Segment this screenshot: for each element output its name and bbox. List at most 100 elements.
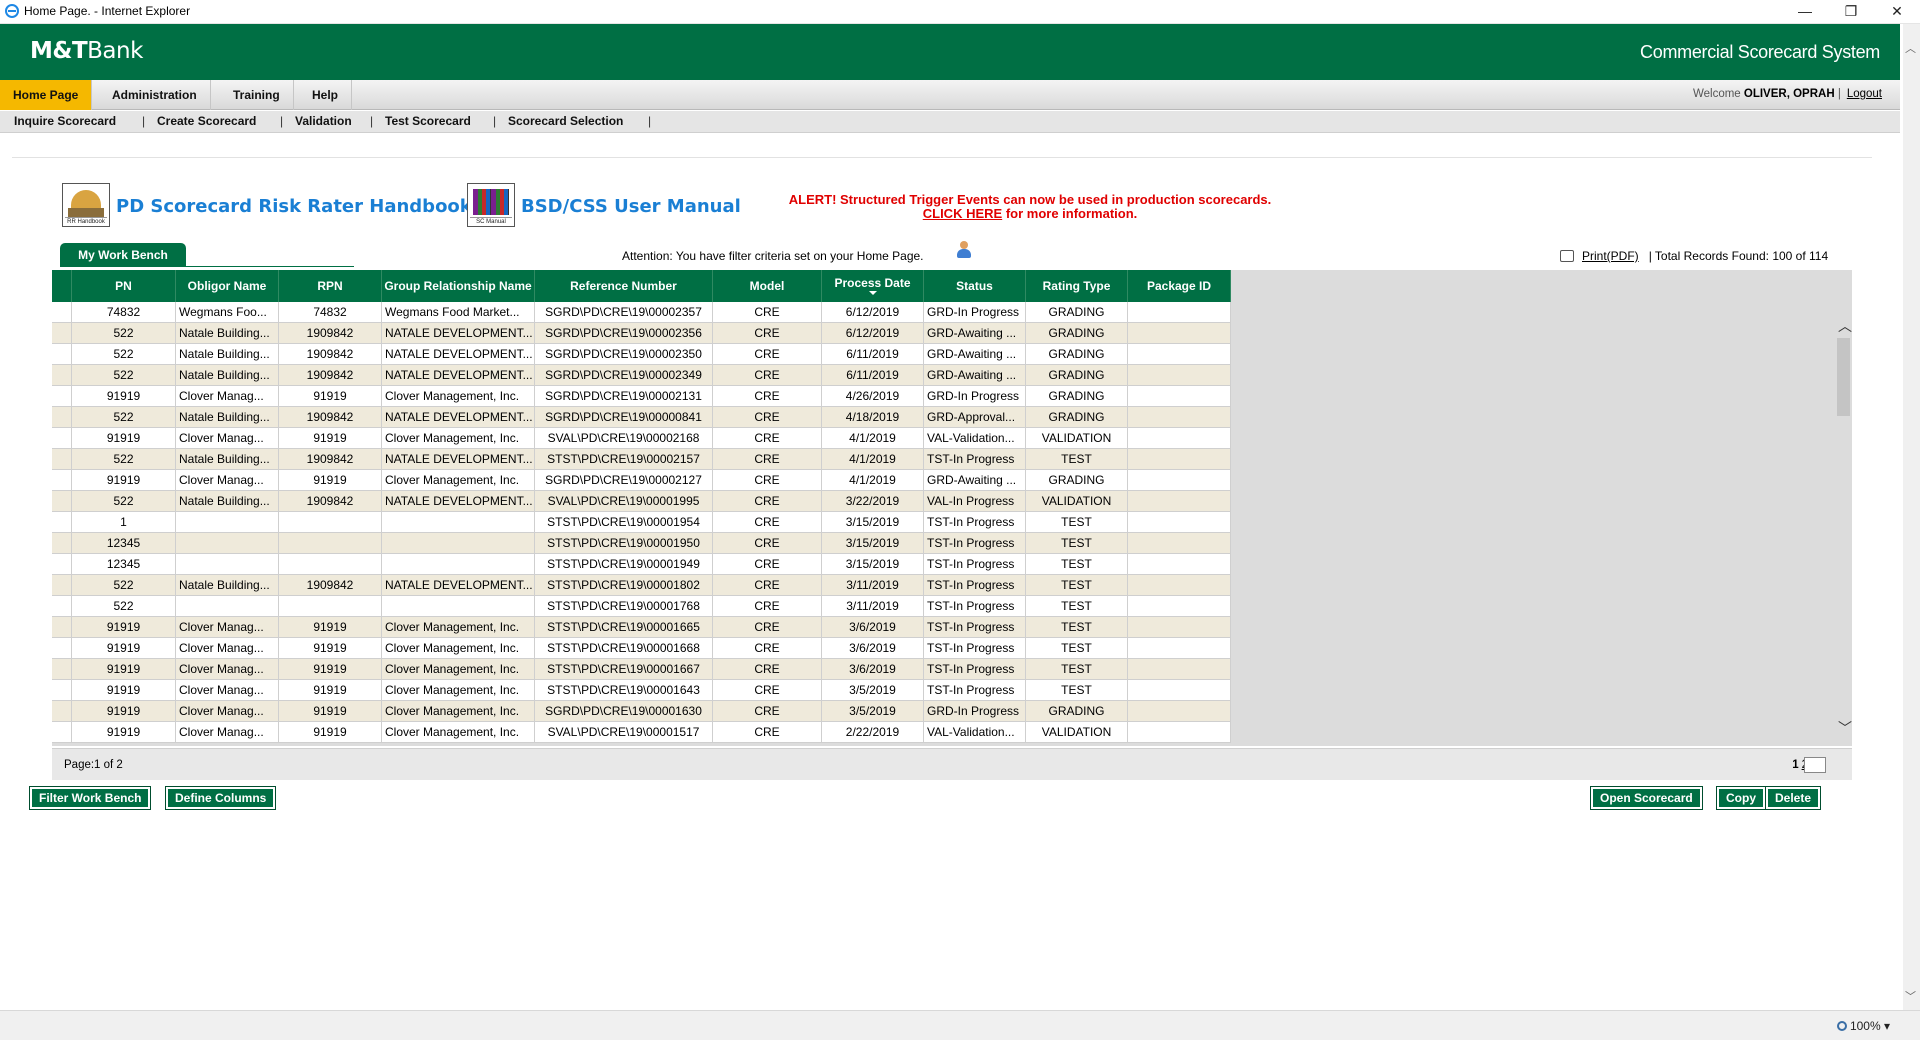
col-obligor-name[interactable]: Obligor Name — [176, 270, 279, 302]
col-rating-type[interactable]: Rating Type — [1026, 270, 1128, 302]
row-selector[interactable] — [52, 365, 72, 385]
table-row[interactable]: 91919 Clover Manag... 91919 Clover Manageme… — [52, 386, 1231, 407]
tab-my-work-bench[interactable]: My Work Bench — [60, 243, 186, 267]
nav-administration[interactable]: Administration — [99, 80, 211, 110]
table-row[interactable]: 522 STST\PD\CRE\19\00001768 CRE 3/11/2019 TS… — [52, 596, 1231, 617]
row-selector[interactable] — [52, 491, 72, 511]
row-selector[interactable] — [52, 533, 72, 553]
grid-scrollbar[interactable]: ︿ ﹀ — [1835, 302, 1852, 746]
cell-reference-number: STST\PD\CRE\19\00001950 — [535, 533, 713, 553]
delete-button[interactable]: Delete — [1764, 786, 1822, 810]
window-scrollbar[interactable]: ︿ ﹀ — [1903, 24, 1920, 1010]
subnav-inquire-scorecard[interactable]: Inquire Scorecard — [14, 114, 116, 128]
risk-rater-handbook-link[interactable]: PD Scorecard Risk Rater Handbook — [116, 196, 472, 217]
subnav-test-scorecard[interactable]: Test Scorecard — [385, 114, 471, 128]
cell-pn: 522 — [72, 344, 176, 364]
col-rpn[interactable]: RPN — [279, 270, 382, 302]
window-scroll-up-icon[interactable]: ︿ — [1905, 40, 1916, 56]
table-row[interactable]: 12345 STST\PD\CRE\19\00001949 CRE 3/15/2019… — [52, 554, 1231, 575]
table-row[interactable]: 91919 Clover Manag... 91919 Clover Manageme… — [52, 428, 1231, 449]
page-jump-input[interactable] — [1804, 757, 1826, 773]
bsd-css-user-manual-link[interactable]: BSD/CSS User Manual — [521, 196, 741, 217]
table-row[interactable]: 522 Natale Building... 1909842 NATALE DEVEL… — [52, 449, 1231, 470]
cell-process-date: 4/1/2019 — [822, 470, 924, 490]
scroll-down-icon[interactable]: ﹀ — [1838, 718, 1852, 738]
row-selector[interactable] — [52, 680, 72, 700]
define-columns-button[interactable]: Define Columns — [164, 786, 277, 810]
table-row[interactable]: 74832 Wegmans Foo... 74832 Wegmans Food Mar… — [52, 302, 1231, 323]
nav-training[interactable]: Training — [220, 80, 294, 110]
table-row[interactable]: 91919 Clover Manag... 91919 Clover Manageme… — [52, 680, 1231, 701]
col-model[interactable]: Model — [713, 270, 822, 302]
row-selector[interactable] — [52, 596, 72, 616]
print-pdf-link[interactable]: Print(PDF) — [1582, 249, 1639, 263]
row-selector[interactable] — [52, 701, 72, 721]
handbook-icon[interactable]: RR Handbook — [62, 183, 110, 227]
table-row[interactable]: 522 Natale Building... 1909842 NATALE DEVEL… — [52, 575, 1231, 596]
table-row[interactable]: 522 Natale Building... 1909842 NATALE DEVEL… — [52, 365, 1231, 386]
filter-work-bench-button[interactable]: Filter Work Bench — [28, 786, 152, 810]
scroll-up-icon[interactable]: ︿ — [1838, 316, 1852, 336]
table-row[interactable]: 522 Natale Building... 1909842 NATALE DEVEL… — [52, 407, 1231, 428]
col-pn[interactable]: PN — [72, 270, 176, 302]
filter-user-icon[interactable] — [956, 241, 971, 259]
cell-reference-number: STST\PD\CRE\19\00001667 — [535, 659, 713, 679]
table-row[interactable]: 1 STST\PD\CRE\19\00001954 CRE 3/15/2019 TST-… — [52, 512, 1231, 533]
user-manual-icon[interactable]: SC Manual — [467, 183, 515, 227]
row-selector[interactable] — [52, 407, 72, 427]
subnav-validation[interactable]: Validation — [295, 114, 352, 128]
col-package-id[interactable]: Package ID — [1128, 270, 1231, 302]
restore-button[interactable]: ❐ — [1828, 0, 1874, 24]
subnav-scorecard-selection[interactable]: Scorecard Selection — [508, 114, 623, 128]
col-reference-number[interactable]: Reference Number — [535, 270, 713, 302]
table-row[interactable]: 91919 Clover Manag... 91919 Clover Manageme… — [52, 638, 1231, 659]
row-selector[interactable] — [52, 386, 72, 406]
scroll-thumb[interactable] — [1837, 338, 1850, 416]
table-row[interactable]: 522 Natale Building... 1909842 NATALE DEVEL… — [52, 491, 1231, 512]
minimize-button[interactable]: — — [1782, 0, 1828, 24]
table-row[interactable]: 522 Natale Building... 1909842 NATALE DEVEL… — [52, 323, 1231, 344]
row-selector[interactable] — [52, 428, 72, 448]
table-row[interactable]: 12345 STST\PD\CRE\19\00001950 CRE 3/15/2019… — [52, 533, 1231, 554]
copy-button[interactable]: Copy — [1716, 786, 1766, 810]
window-scroll-down-icon[interactable]: ﹀ — [1905, 988, 1916, 1004]
table-row[interactable]: 91919 Clover Manag... 91919 Clover Manageme… — [52, 470, 1231, 491]
open-scorecard-button[interactable]: Open Scorecard — [1590, 786, 1703, 810]
cell-obligor-name: Natale Building... — [176, 449, 279, 469]
nav-home-page[interactable]: Home Page — [0, 80, 93, 110]
row-selector[interactable] — [52, 302, 72, 322]
cell-rpn: 1909842 — [279, 365, 382, 385]
table-row[interactable]: 91919 Clover Manag... 91919 Clover Manageme… — [52, 701, 1231, 722]
table-row[interactable]: 91919 Clover Manag... 91919 Clover Manageme… — [52, 617, 1231, 638]
cell-status: TST-In Progress — [924, 449, 1026, 469]
row-selector[interactable] — [52, 554, 72, 574]
row-selector[interactable] — [52, 470, 72, 490]
cell-status: TST-In Progress — [924, 533, 1026, 553]
subnav-create-scorecard[interactable]: Create Scorecard — [157, 114, 256, 128]
col-status[interactable]: Status — [924, 270, 1026, 302]
table-row[interactable]: 91919 Clover Manag... 91919 Clover Manageme… — [52, 659, 1231, 680]
alert-click-here-link[interactable]: CLICK HERE — [923, 206, 1002, 221]
row-selector[interactable] — [52, 449, 72, 469]
row-selector[interactable] — [52, 659, 72, 679]
cell-rating-type: TEST — [1026, 575, 1128, 595]
col-group-relationship-name[interactable]: Group Relationship Name — [382, 270, 535, 302]
printer-icon[interactable] — [1560, 250, 1574, 262]
row-selector[interactable] — [52, 575, 72, 595]
row-selector[interactable] — [52, 722, 72, 742]
system-name: Commercial Scorecard System — [1640, 42, 1880, 62]
table-row[interactable]: 91919 Clover Manag... 91919 Clover Manageme… — [52, 722, 1231, 743]
row-selector[interactable] — [52, 512, 72, 532]
row-selector[interactable] — [52, 344, 72, 364]
cell-package-id — [1128, 638, 1231, 658]
close-button[interactable]: ✕ — [1874, 0, 1920, 24]
row-selector[interactable] — [52, 638, 72, 658]
table-row[interactable]: 522 Natale Building... 1909842 NATALE DEVEL… — [52, 344, 1231, 365]
row-selector[interactable] — [52, 323, 72, 343]
nav-help[interactable]: Help — [299, 80, 353, 110]
row-selector[interactable] — [52, 617, 72, 637]
logout-link[interactable]: Logout — [1847, 88, 1882, 100]
welcome-label: Welcome — [1692, 88, 1741, 100]
col-process-date[interactable]: Process Date — [822, 270, 924, 302]
zoom-control[interactable]: 100% ▾ — [1836, 1019, 1890, 1033]
